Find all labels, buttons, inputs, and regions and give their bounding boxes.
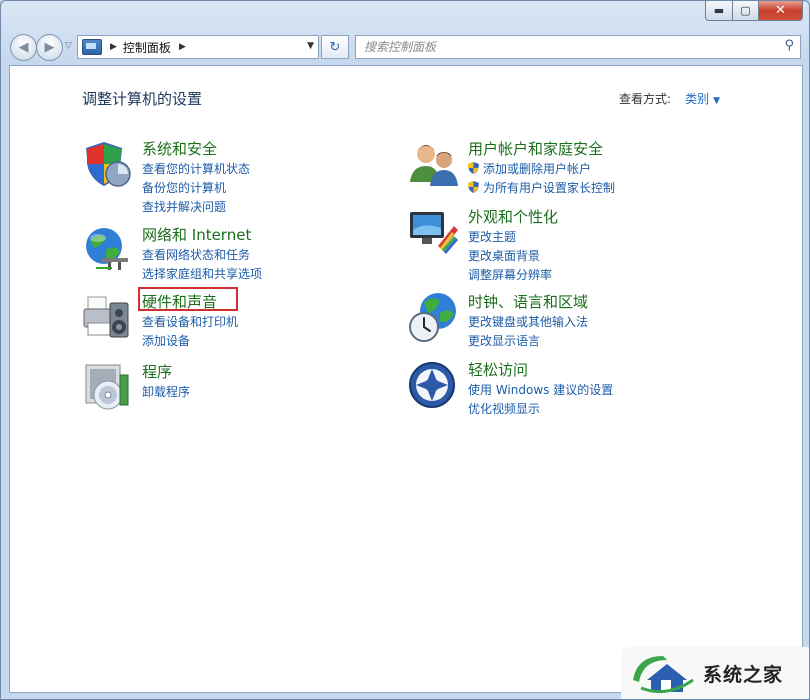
watermark-text: 系统之家 bbox=[703, 663, 784, 686]
navigation-bar: ◀ ▶ ▽ ▶ 控制面板 ▶ ▼ ↻ ⚲ bbox=[9, 33, 801, 61]
address-bar[interactable]: ▶ 控制面板 ▶ ▼ bbox=[77, 35, 319, 59]
monitor-paint-icon[interactable] bbox=[408, 206, 460, 258]
link-change-display-language[interactable]: 更改显示语言 bbox=[468, 332, 588, 351]
view-by-label: 查看方式: bbox=[619, 92, 672, 106]
control-panel-window: ▬ ▢ ✕ ◀ ▶ ▽ ▶ 控制面板 ▶ ▼ ↻ ⚲ 调整计算机的设置 查看方式… bbox=[0, 0, 810, 700]
house-logo-icon bbox=[633, 656, 694, 694]
ease-of-access-icon[interactable] bbox=[408, 359, 460, 411]
uac-shield-icon bbox=[468, 162, 479, 174]
close-button[interactable]: ✕ bbox=[759, 1, 803, 21]
minimize-button[interactable]: ▬ bbox=[705, 1, 733, 21]
breadcrumb-separator-icon[interactable]: ▶ bbox=[179, 42, 186, 52]
category-links: 更改主题 更改桌面背景 调整屏幕分辨率 bbox=[468, 228, 552, 285]
programs-disc-icon[interactable] bbox=[82, 361, 134, 413]
forward-arrow-icon: ▶ bbox=[44, 40, 55, 55]
category-links: 使用 Windows 建议的设置 优化视频显示 bbox=[468, 381, 613, 419]
category-links: 添加或删除用户帐户 为所有用户设置家长控制 bbox=[468, 160, 615, 198]
category-title[interactable]: 程序 bbox=[142, 361, 172, 382]
address-dropdown-icon[interactable]: ▼ bbox=[307, 41, 314, 51]
refresh-button[interactable]: ↻ bbox=[321, 35, 349, 59]
link-backup-computer[interactable]: 备份您的计算机 bbox=[142, 179, 250, 198]
content-pane: 调整计算机的设置 查看方式: 类别 ▼ 系统和安全 查看您的计算机状态 备份您的计算… bbox=[9, 65, 803, 693]
link-view-computer-status[interactable]: 查看您的计算机状态 bbox=[142, 160, 250, 179]
link-parental-controls[interactable]: 为所有用户设置家长控制 bbox=[468, 179, 615, 198]
category-links: 卸载程序 bbox=[142, 383, 190, 402]
maximize-button[interactable]: ▢ bbox=[733, 1, 759, 21]
page-title: 调整计算机的设置 bbox=[82, 90, 203, 108]
forward-button[interactable]: ▶ bbox=[36, 34, 63, 61]
breadcrumb-control-panel[interactable]: 控制面板 bbox=[123, 39, 171, 56]
view-by-dropdown[interactable]: 类别 bbox=[685, 92, 709, 106]
back-arrow-icon: ◀ bbox=[18, 40, 29, 55]
back-button[interactable]: ◀ bbox=[10, 34, 37, 61]
view-by: 查看方式: 类别 ▼ bbox=[619, 90, 720, 107]
search-input[interactable] bbox=[362, 36, 766, 58]
link-find-fix-problems[interactable]: 查找并解决问题 bbox=[142, 198, 250, 217]
shield-icon[interactable] bbox=[82, 138, 134, 190]
link-adjust-screen-resolution[interactable]: 调整屏幕分辨率 bbox=[468, 266, 552, 285]
clock-globe-icon[interactable] bbox=[408, 291, 460, 343]
link-optimize-visual-display[interactable]: 优化视频显示 bbox=[468, 400, 613, 419]
breadcrumb-separator-icon[interactable]: ▶ bbox=[110, 42, 117, 52]
link-add-device[interactable]: 添加设备 bbox=[142, 332, 238, 351]
search-icon[interactable]: ⚲ bbox=[784, 38, 794, 53]
link-homegroup-sharing[interactable]: 选择家庭组和共享选项 bbox=[142, 265, 262, 284]
uac-shield-icon bbox=[468, 181, 479, 193]
category-links: 查看您的计算机状态 备份您的计算机 查找并解决问题 bbox=[142, 160, 250, 217]
link-windows-suggested-settings[interactable]: 使用 Windows 建议的设置 bbox=[468, 381, 613, 400]
link-view-devices-printers[interactable]: 查看设备和打印机 bbox=[142, 313, 238, 332]
category-links: 更改键盘或其他输入法 更改显示语言 bbox=[468, 313, 588, 351]
link-text: 添加或删除用户帐户 bbox=[483, 162, 592, 176]
category-title[interactable]: 外观和个性化 bbox=[468, 206, 558, 227]
network-globe-icon[interactable] bbox=[82, 224, 134, 276]
control-panel-icon bbox=[82, 39, 102, 55]
printer-speaker-icon[interactable] bbox=[82, 291, 134, 343]
users-icon[interactable] bbox=[408, 138, 460, 190]
link-change-theme[interactable]: 更改主题 bbox=[468, 228, 552, 247]
caption-buttons: ▬ ▢ ✕ bbox=[705, 1, 803, 21]
link-add-remove-user-accounts[interactable]: 添加或删除用户帐户 bbox=[468, 160, 615, 179]
site-watermark: 系统之家 bbox=[621, 647, 809, 699]
search-box[interactable]: ⚲ bbox=[355, 35, 801, 59]
link-change-keyboard-input[interactable]: 更改键盘或其他输入法 bbox=[468, 313, 588, 332]
category-title[interactable]: 时钟、语言和区域 bbox=[468, 291, 588, 312]
link-change-desktop-background[interactable]: 更改桌面背景 bbox=[468, 247, 552, 266]
recent-pages-dropdown[interactable]: ▽ bbox=[65, 41, 72, 51]
category-title[interactable]: 系统和安全 bbox=[142, 138, 217, 159]
link-uninstall-program[interactable]: 卸载程序 bbox=[142, 383, 190, 402]
refresh-icon: ↻ bbox=[329, 39, 341, 55]
category-links: 查看网络状态和任务 选择家庭组和共享选项 bbox=[142, 246, 262, 284]
category-title[interactable]: 网络和 Internet bbox=[142, 224, 251, 245]
highlight-box bbox=[138, 287, 238, 311]
category-title[interactable]: 用户帐户和家庭安全 bbox=[468, 138, 603, 159]
link-view-network-status[interactable]: 查看网络状态和任务 bbox=[142, 246, 262, 265]
category-title[interactable]: 轻松访问 bbox=[468, 359, 528, 380]
link-text: 为所有用户设置家长控制 bbox=[483, 181, 616, 195]
category-links: 查看设备和打印机 添加设备 bbox=[142, 313, 238, 351]
chevron-down-icon[interactable]: ▼ bbox=[713, 96, 720, 106]
